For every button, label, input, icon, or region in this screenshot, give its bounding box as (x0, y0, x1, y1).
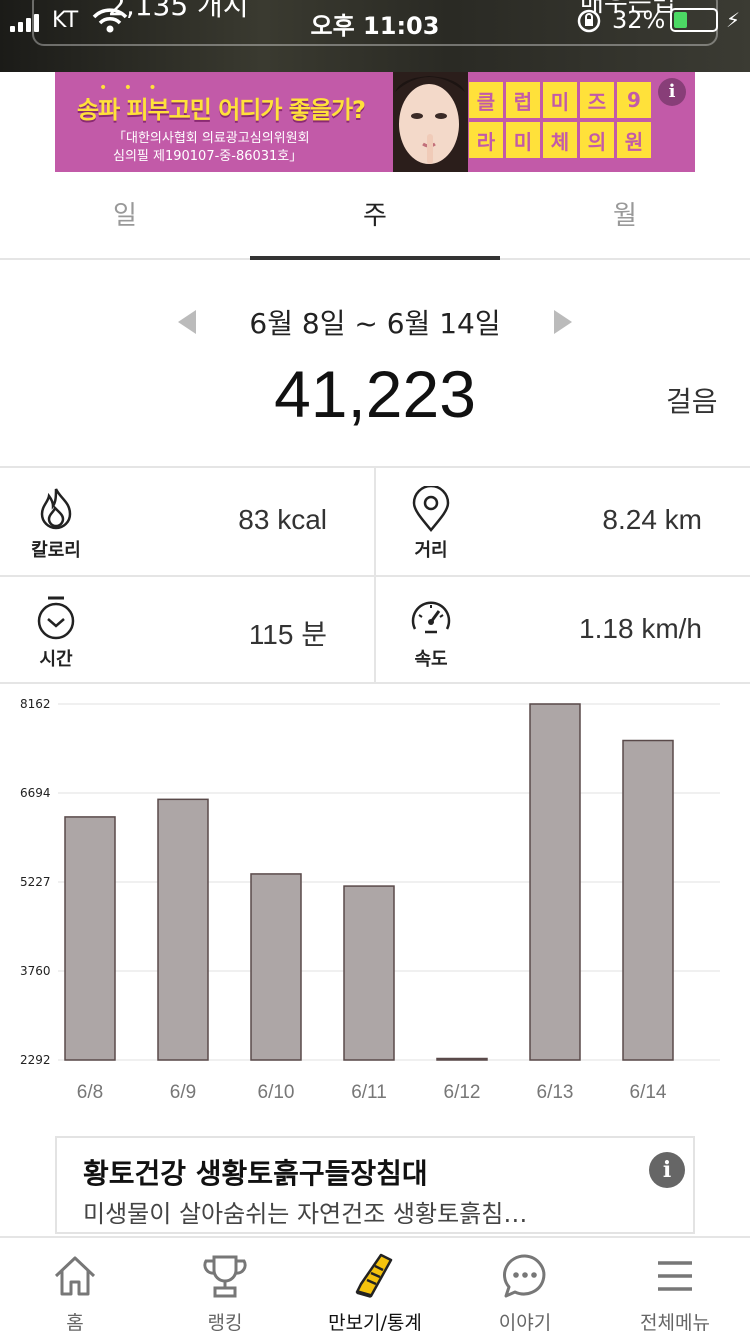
stopwatch-icon (37, 596, 75, 640)
charging-bolt-icon: ⚡ (726, 8, 741, 32)
chat-bubble-icon (503, 1254, 546, 1298)
ad-grid-cell: 럽 (506, 82, 540, 118)
nav-label: 이야기 (498, 1312, 552, 1334)
stat-time: 시간 115 분 (0, 577, 375, 685)
stat-value: 1.18 km/h (579, 613, 702, 644)
stat-label: 시간 (39, 649, 73, 670)
battery-icon (670, 8, 718, 32)
chart-bar[interactable] (157, 798, 209, 1061)
ad-notice: 「대한의사협회 의료광고심의위원회 심의필 제190107-중-86031호」 (113, 130, 310, 166)
ad-grid-cell: 체 (543, 122, 577, 158)
chart-bar[interactable] (64, 816, 116, 1061)
stat-distance: 거리 8.24 km (375, 468, 750, 576)
stat-speed: 속도 1.18 km/h (375, 577, 750, 685)
speedometer-icon (411, 601, 451, 634)
chart-bar[interactable] (622, 739, 674, 1061)
ad-grid-cell: 미 (506, 122, 540, 158)
period-tabs: 일주월 (0, 172, 750, 260)
stat-value: 115 분 (248, 619, 327, 650)
y-tick-label: 2292 (20, 1053, 51, 1067)
ad-notice-line: 「대한의사협회 의료광고심의위원회 (113, 131, 310, 146)
ad-grid-cell: 즈 (580, 82, 614, 118)
nav-home[interactable]: 홈 (0, 1238, 150, 1334)
ad-model-image (393, 72, 468, 172)
next-week-arrow-icon[interactable] (554, 310, 572, 334)
trophy-icon (203, 1255, 247, 1298)
flame-icon (40, 488, 72, 530)
stat-value: 8.24 km (602, 504, 702, 535)
x-tick-label: 6/9 (170, 1082, 196, 1103)
nav-label: 만보기/통계 (328, 1312, 422, 1334)
y-tick-label: 3760 (20, 964, 51, 978)
location-pin-icon (412, 486, 450, 532)
ad-info-icon[interactable]: i (649, 1152, 685, 1188)
tab-day[interactable]: 일 (0, 172, 250, 258)
weekly-steps-chart: 2292 3760 5227 6694 8162 6/8 6/9 6/10 6/11 6/12 6/… (20, 697, 720, 1103)
nav-label: 랭킹 (207, 1312, 243, 1334)
nav-pedometer-stats[interactable]: 만보기/통계 (300, 1238, 450, 1334)
top-ad-banner[interactable]: • • • 송파 피부고민 어디가 좋을가? 「대한의사협회 의료광고심의위원회… (55, 72, 695, 172)
stat-label: 속도 (414, 649, 448, 670)
chart-bar[interactable] (250, 873, 302, 1061)
date-range: 6월 8일 ~ 6월 14일 (249, 307, 501, 340)
ad-clinic-name-grid: 클럽미즈9라미체의원 (469, 82, 651, 158)
hamburger-menu-icon (658, 1261, 692, 1291)
nav-ranking[interactable]: 랭킹 (150, 1238, 300, 1334)
ad-notice-line: 심의필 제190107-중-86031호」 (113, 149, 303, 164)
steps-unit: 걸음 (666, 385, 718, 418)
y-tick-label: 6694 (20, 786, 51, 800)
tab-week[interactable]: 주 (250, 172, 500, 260)
ad-grid-cell: 미 (543, 82, 577, 118)
stat-calories: 칼로리 83 kcal (0, 468, 375, 576)
bottom-nav: 홈 랭킹 만보기/통계 이야기 전체메뉴 (0, 1236, 750, 1334)
ad-grid-cell: 클 (469, 82, 503, 118)
nav-label: 홈 (66, 1312, 84, 1334)
x-tick-label: 6/14 (630, 1082, 667, 1103)
stat-label: 거리 (414, 540, 448, 561)
x-tick-label: 6/8 (77, 1082, 103, 1103)
x-tick-label: 6/13 (537, 1082, 574, 1103)
bottom-ad-banner[interactable]: 황토건강 생황토흙구들장침대 미생물이 살아숨쉬는 자연건조 생황토흙침… i (55, 1136, 695, 1234)
ad-headline: 송파 피부고민 어디가 좋을가? (77, 96, 366, 124)
rotation-lock-icon (577, 9, 601, 33)
total-steps: 41,223 (274, 357, 476, 431)
stat-label: 칼로리 (31, 540, 81, 561)
status-bar: KT 2,135 개시 오후 11:03 배우는법 32% ⚡ (0, 0, 750, 72)
nav-all-menu[interactable]: 전체메뉴 (600, 1238, 750, 1334)
chart-bar[interactable] (529, 703, 581, 1061)
y-tick-label: 8162 (20, 697, 51, 711)
y-tick-label: 5227 (20, 875, 51, 889)
chart-bar[interactable] (343, 885, 395, 1061)
nav-label: 전체메뉴 (640, 1312, 710, 1334)
ad-grid-cell: 원 (617, 122, 651, 158)
ad-grid-cell: 의 (580, 122, 614, 158)
x-tick-label: 6/11 (351, 1082, 387, 1103)
sneaker-icon (355, 1253, 393, 1298)
battery-percent: 32% (612, 6, 666, 34)
ad-info-icon[interactable]: i (658, 78, 686, 106)
bottom-ad-description: 미생물이 살아숨쉬는 자연건조 생황토흙침… (83, 1200, 528, 1228)
home-icon (54, 1256, 96, 1296)
chart-bar[interactable] (436, 1057, 488, 1061)
x-tick-label: 6/12 (444, 1082, 481, 1103)
ad-grid-cell: 9 (617, 82, 651, 118)
x-tick-label: 6/10 (258, 1082, 295, 1103)
stat-value: 83 kcal (238, 504, 327, 535)
ad-grid-cell: 라 (469, 122, 503, 158)
tab-month[interactable]: 월 (500, 172, 750, 258)
stats-grid: 칼로리 83 kcal 거리 8.24 km 시간 115 분 속도 1.18 (0, 466, 750, 684)
bottom-ad-title: 황토건강 생황토흙구들장침대 (83, 1157, 428, 1190)
battery-fill (674, 12, 687, 28)
nav-stories[interactable]: 이야기 (450, 1238, 600, 1334)
